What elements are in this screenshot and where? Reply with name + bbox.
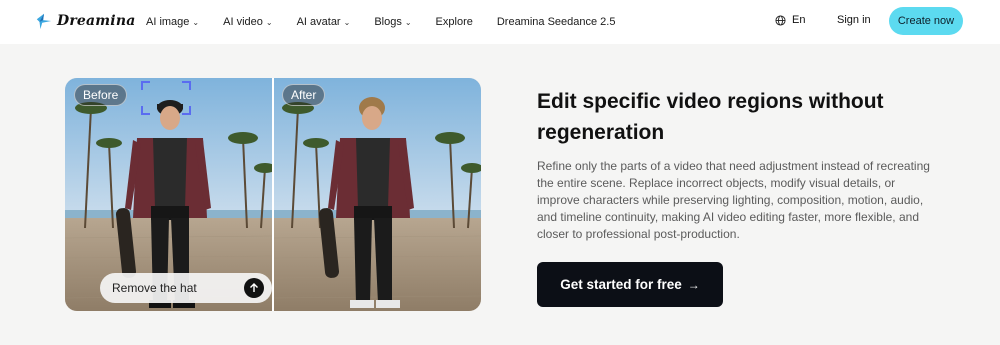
- get-started-button[interactable]: Get started for free →: [537, 262, 723, 307]
- main-menu: AI image ⌄ AI video ⌄ AI avatar ⌄ Blogs …: [146, 0, 639, 44]
- before-panel: Before Remove the hat: [65, 78, 272, 311]
- chevron-down-icon: ⌄: [343, 17, 351, 27]
- dreamina-star-icon: [36, 13, 52, 30]
- create-now-button[interactable]: Create now: [889, 7, 963, 35]
- menu-item-label: AI avatar: [296, 16, 341, 28]
- after-panel: After: [274, 78, 481, 311]
- section-title: Edit specific video regions without rege…: [537, 90, 884, 144]
- edit-prompt-input[interactable]: Remove the hat: [100, 273, 272, 303]
- globe-icon: [775, 14, 786, 26]
- after-image: [274, 78, 481, 311]
- top-nav: Dreamina AI image ⌄ AI video ⌄ AI avatar…: [0, 0, 1000, 44]
- menu-item-ai-avatar[interactable]: AI avatar ⌄: [297, 16, 351, 28]
- menu-item-label: Dreamina Seedance 2.5: [496, 16, 616, 28]
- logo[interactable]: Dreamina: [35, 12, 135, 30]
- before-after-comparison: Before Remove the hat After: [65, 78, 481, 311]
- menu-item-ai-video[interactable]: AI video ⌄: [223, 16, 272, 28]
- logo-text: Dreamina: [57, 13, 136, 29]
- section-description: Refine only the parts of a video that ne…: [537, 159, 930, 241]
- menu-item-label: AI video: [223, 16, 263, 28]
- selection-frame-icon: [141, 81, 191, 115]
- submit-button[interactable]: [244, 278, 264, 298]
- menu-item-blogs[interactable]: Blogs ⌄: [374, 16, 411, 28]
- chevron-down-icon: ⌄: [192, 17, 200, 27]
- chevron-down-icon: ⌄: [404, 17, 412, 27]
- menu-item-ai-image[interactable]: AI image ⌄: [146, 16, 199, 28]
- menu-item-label: AI image: [146, 16, 190, 28]
- language-label: En: [792, 14, 806, 26]
- before-label: Before: [74, 84, 128, 106]
- sign-in-link[interactable]: Sign in: [837, 14, 871, 26]
- menu-item-label: Blogs: [374, 16, 402, 28]
- after-label: After: [282, 84, 326, 106]
- arrow-right-icon: →: [687, 277, 700, 292]
- prompt-text: Remove the hat: [112, 281, 197, 295]
- menu-item-seedance[interactable]: Dreamina Seedance 2.5: [497, 16, 616, 28]
- menu-item-label: Explore: [435, 16, 473, 28]
- chevron-down-icon: ⌄: [265, 17, 273, 27]
- language-selector[interactable]: En: [775, 14, 805, 26]
- cta-label: Get started for free: [560, 277, 682, 292]
- arrow-up-icon: [250, 283, 258, 292]
- menu-item-explore[interactable]: Explore: [436, 16, 473, 28]
